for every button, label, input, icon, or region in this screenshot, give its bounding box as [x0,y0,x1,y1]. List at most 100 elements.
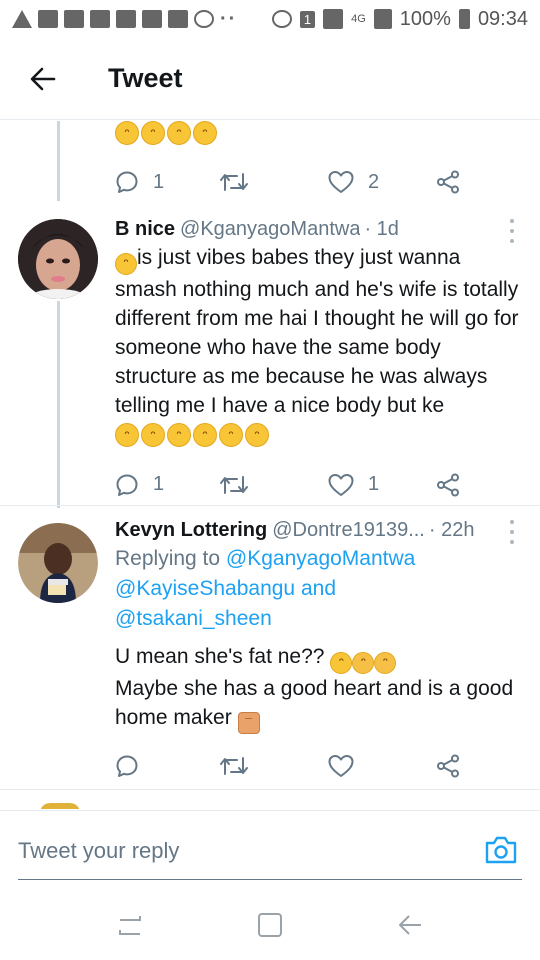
replying-prefix: Replying to [115,547,221,570]
home-button[interactable] [250,905,290,945]
battery-icon [458,9,470,29]
sync-icon [194,10,214,28]
mention-link[interactable]: @tsakani_sheen [115,607,272,630]
share-button[interactable] [436,170,460,194]
more-options-icon[interactable] [502,520,522,544]
more-notifications-icon: ·· [220,7,238,30]
tweet-text-content: is just vibes babes they just wanna smas… [115,246,519,417]
tweet-divider [0,789,540,790]
profile-photo [18,523,98,603]
tweet-text-line: U mean she's fat ne?? [115,645,325,668]
heart-icon [328,473,354,496]
reply-icon [116,755,138,777]
display-name[interactable]: B nice [115,215,175,243]
reply-icon [116,474,138,496]
reply-icon [116,171,138,193]
back-button[interactable] [0,38,86,120]
joy-emoji-icon: ᵔ [115,252,137,275]
avatar[interactable] [18,219,98,299]
reply-input[interactable] [18,833,458,869]
image-icon [142,10,162,28]
retweet-icon [220,475,248,494]
like-button[interactable]: 1 [328,473,436,497]
rofl-emoji-icon: ᵔ [193,121,217,145]
heart-icon [328,755,354,777]
like-button[interactable]: 2 [328,170,436,194]
notification-icons: ·· [12,8,272,31]
tweet-divider [0,505,540,506]
network-type: 4G [351,12,366,25]
retweet-icon [220,757,248,775]
sim-badge: 1 [299,10,316,28]
recent-apps-button[interactable] [110,905,150,945]
warning-icon [12,10,32,28]
wifi-calling-icon [168,10,188,28]
tweet-actions [115,748,522,784]
retweet-button[interactable] [219,755,328,777]
share-icon [437,170,459,194]
tweet-partial[interactable]: ᵔ ᵔ ᵔ ᵔ 1 2 [0,121,540,206]
avatar[interactable] [18,523,98,603]
rofl-emoji-icon: ᵔ [167,121,191,145]
status-bar: ·· 1 4G 100% 09:34 [0,0,540,38]
rofl-emoji-icon: ᵔ [141,422,165,447]
back-nav-icon [399,915,421,935]
mention-link[interactable]: @KganyagoMantwa [226,547,415,570]
tweet-header: B nice @KganyagoMantwa · 1d [115,215,522,243]
reply-count: 1 [153,170,165,193]
reply-thread[interactable]: ᵔ ᵔ ᵔ ᵔ 1 2 B nice @KganyagoMantwa · 1d … [0,121,540,809]
tweet[interactable]: Kevyn Lottering @Dontre19139... · 22h Re… [0,516,540,786]
timestamp: · 1d [364,218,399,240]
more-options-icon[interactable] [502,219,522,243]
display-name[interactable]: Kevyn Lottering [115,516,267,544]
retweet-button[interactable] [219,171,328,193]
like-button[interactable] [328,754,436,778]
tweet-text: ᵔ is just vibes babes they just wanna sma… [115,243,522,420]
next-tweet-avatar-peek [40,803,80,809]
system-navigation-bar [0,890,540,960]
tweet[interactable]: B nice @KganyagoMantwa · 1d ᵔ is just vib… [0,215,540,505]
reply-button[interactable] [115,754,219,778]
share-icon [437,754,459,778]
rofl-emoji-icon: ᵔ [115,422,139,447]
share-button[interactable] [436,473,460,497]
replying-to: Replying to @KganyagoMantwa @KayiseShaba… [115,544,522,634]
signal-icon [323,9,344,29]
like-count: 2 [368,170,380,193]
rofl-emoji-icon: ᵔ [115,121,139,145]
gmail-icon [90,10,110,28]
app-header: Tweet [0,38,540,120]
back-nav-button[interactable] [390,905,430,945]
tweet-emojis: ᵔ ᵔ ᵔ ᵔ [115,121,522,145]
clock: 09:34 [477,7,528,30]
rofl-emoji-icon: ᵔ [219,422,243,447]
like-count: 1 [368,473,380,495]
camera-button[interactable] [484,835,518,865]
heart-icon [328,171,354,193]
user-handle[interactable]: @KganyagoMantwa [180,215,360,243]
hugging-emoji-icon: ᵔ [352,651,375,674]
input-underline [18,879,522,880]
page-title: Tweet [108,63,183,93]
tweet-emojis: ᵔ ᵔ ᵔ ᵔ ᵔ ᵔ [115,422,522,447]
tweet-text-line: Maybe she has a good heart and is a good… [115,676,514,729]
reply-button[interactable]: 1 [115,170,219,194]
alarm-icon [271,10,292,28]
reply-count: 1 [153,473,165,495]
gmail-icon [116,10,136,28]
tweet-text: U mean she's fat ne?? ᵔᵔᵔ Maybe she has … [115,642,522,734]
tweet-actions: 1 1 [115,467,522,503]
share-button[interactable] [436,754,460,778]
retweet-button[interactable] [219,474,328,496]
reply-button[interactable]: 1 [115,473,219,497]
gmail-icon [64,10,84,28]
rofl-emoji-icon: ᵔ [167,422,191,447]
yum-emoji-icon: ᵔ [330,651,353,674]
signal-icon [373,9,392,29]
user-handle[interactable]: @Dontre19139... [272,516,425,544]
recent-apps-icon [119,916,141,935]
tweet-actions: 1 2 [115,164,522,200]
mention-link[interactable]: @KayiseShabangu [115,577,295,600]
rofl-emoji-icon: ᵔ [245,422,269,447]
battery-percent: 100% [399,7,451,30]
